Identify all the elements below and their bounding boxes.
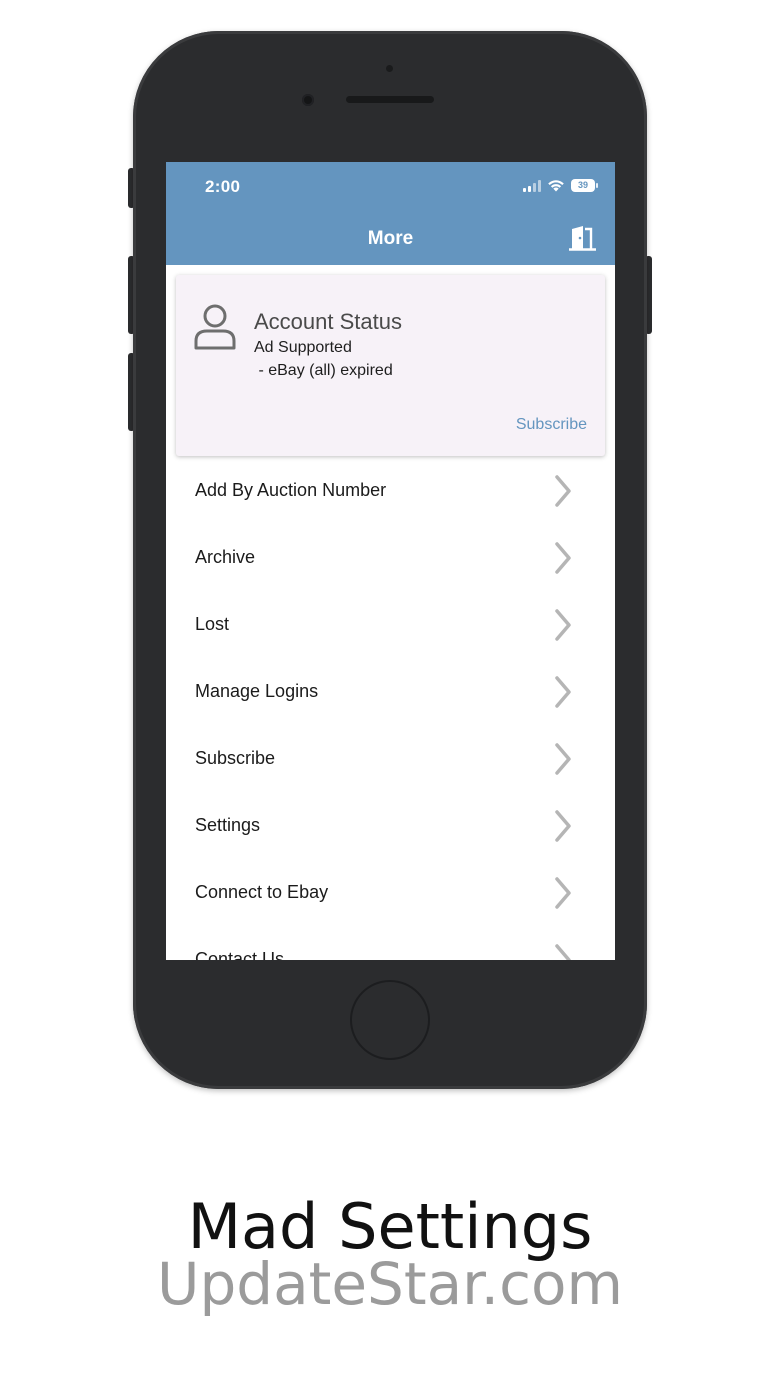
wifi-icon: [548, 180, 564, 192]
account-status-title: Account Status: [254, 309, 402, 334]
chevron-right-icon: [555, 743, 571, 775]
menu-item-lost[interactable]: Lost: [166, 590, 615, 657]
chevron-right-icon: [555, 542, 571, 574]
proximity-sensor: [386, 65, 393, 72]
menu-item-label: Manage Logins: [195, 681, 319, 701]
home-button[interactable]: [350, 980, 430, 1060]
menu-item-connect-to-ebay[interactable]: Connect to Ebay: [166, 858, 615, 925]
exit-door-icon[interactable]: [568, 224, 598, 252]
page-title: More: [367, 228, 414, 249]
front-camera: [302, 94, 314, 106]
menu-item-contact-us[interactable]: Contact Us: [166, 925, 615, 960]
account-plan: Ad Supported: [254, 339, 352, 356]
chevron-right-icon: [555, 810, 571, 842]
menu-item-add-by-auction-number[interactable]: Add By Auction Number: [166, 456, 615, 523]
menu-item-manage-logins[interactable]: Manage Logins: [166, 657, 615, 724]
chevron-right-icon: [555, 609, 571, 641]
chevron-right-icon: [555, 944, 571, 960]
menu-item-label: Settings: [195, 815, 261, 835]
account-expiry: - eBay (all) expired: [254, 362, 393, 379]
account-status-card: Account Status Ad Supported - eBay (all)…: [176, 275, 605, 456]
chevron-right-icon: [555, 676, 571, 708]
chevron-right-icon: [555, 475, 571, 507]
menu-item-label: Lost: [195, 614, 230, 634]
stage: 2:00 39 More Account Status Ad Supported…: [0, 0, 780, 1387]
subscribe-link[interactable]: Subscribe: [516, 416, 587, 434]
app-screen: 2:00 39 More Account Status Ad Supported…: [166, 162, 615, 960]
menu-item-subscribe[interactable]: Subscribe: [166, 724, 615, 791]
status-icons: 39: [523, 179, 598, 192]
menu-item-label: Add By Auction Number: [195, 480, 387, 500]
caption-watermark: UpdateStar.com: [157, 1250, 623, 1318]
menu-list: Add By Auction Number Archive Lost Manag…: [166, 456, 615, 960]
earpiece-speaker: [346, 96, 434, 103]
menu-item-settings[interactable]: Settings: [166, 791, 615, 858]
menu-item-archive[interactable]: Archive: [166, 523, 615, 590]
chevron-right-icon: [555, 877, 571, 909]
top-bar: 2:00 39 More: [166, 162, 615, 265]
person-icon: [194, 304, 236, 350]
menu-item-label: Connect to Ebay: [195, 882, 329, 902]
menu-item-label: Archive: [195, 547, 256, 567]
menu-item-label: Contact Us: [195, 949, 285, 960]
menu-item-label: Subscribe: [195, 748, 276, 768]
cellular-signal-icon: [523, 179, 541, 192]
status-time: 2:00: [205, 177, 241, 196]
battery-icon: 39: [571, 179, 598, 192]
